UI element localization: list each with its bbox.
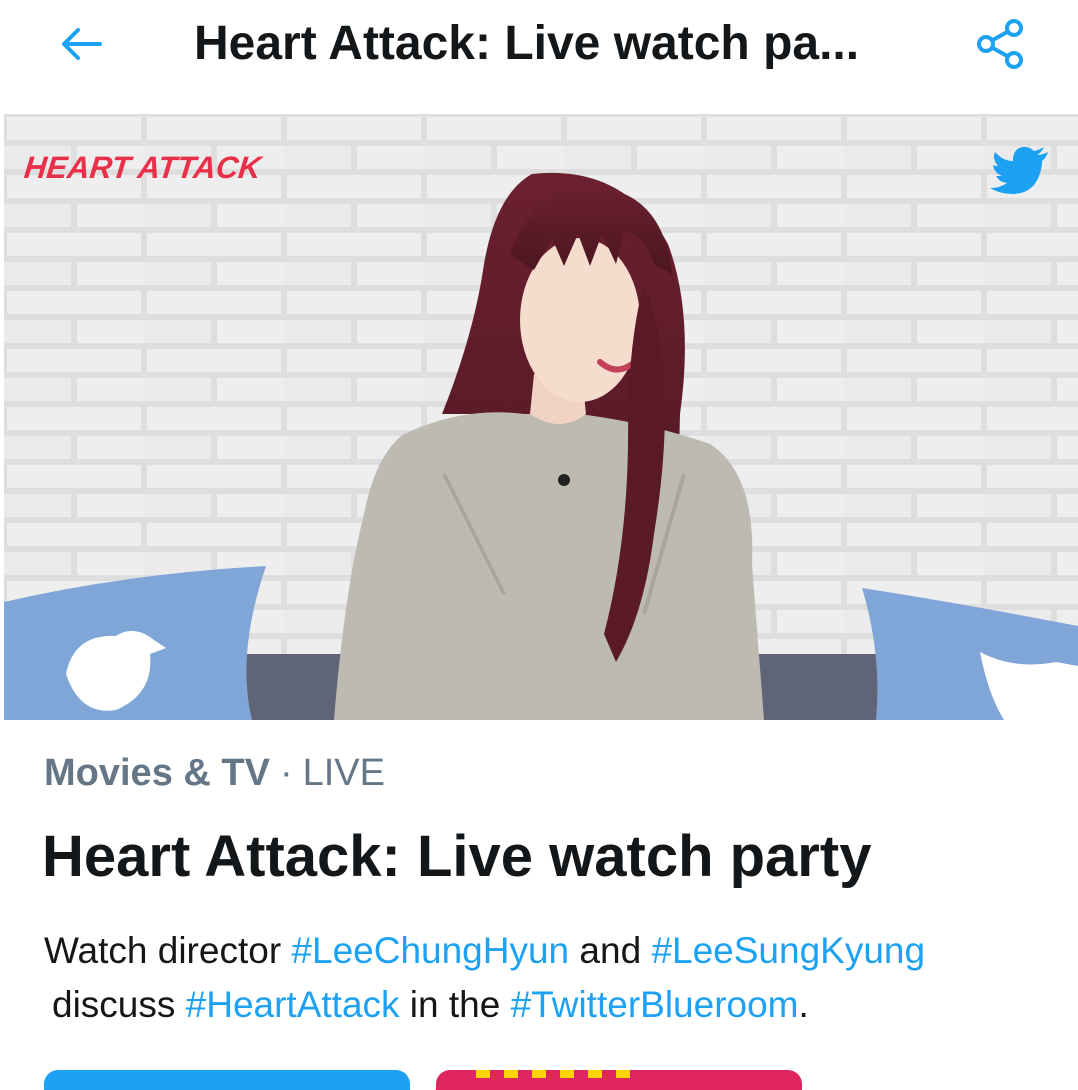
hashtag-link[interactable]: #LeeSungKyung: [651, 930, 925, 971]
description-line-2: discuss #HeartAttack in the #TwitterBlue…: [44, 978, 1044, 1032]
event-meta: Movies & TV · LIVE: [44, 750, 385, 796]
description-line-1: Watch director #LeeChungHyun and #LeeSun…: [44, 924, 1044, 978]
arrow-left-icon: [62, 28, 102, 60]
separator-dot: ·: [279, 752, 293, 794]
event-description: Watch director #LeeChungHyun and #LeeSun…: [44, 924, 1044, 1032]
top-bar: Heart Attack: Live watch pa...: [0, 0, 1078, 112]
back-button[interactable]: [52, 22, 108, 66]
person-jacket: [334, 412, 764, 720]
hashtag-link[interactable]: #LeeChungHyun: [291, 930, 569, 971]
live-video-thumbnail[interactable]: HEART ATTACK: [4, 114, 1078, 720]
hashtag-link[interactable]: #TwitterBlueroom: [511, 984, 799, 1025]
event-title: Heart Attack: Live watch party: [42, 824, 872, 889]
description-text: and: [569, 930, 652, 971]
description-text: Watch director: [44, 930, 292, 971]
hashtag-link[interactable]: #HeartAttack: [186, 984, 400, 1025]
description-text: in the: [399, 984, 511, 1025]
description-text: .: [798, 984, 809, 1025]
secondary-card[interactable]: [436, 1070, 802, 1090]
show-logo: HEART ATTACK: [23, 150, 266, 185]
share-icon: [977, 19, 1023, 69]
live-status: LIVE: [302, 752, 385, 794]
primary-action-button[interactable]: [44, 1070, 410, 1090]
lapel-mic: [558, 474, 570, 486]
share-button[interactable]: [972, 16, 1032, 72]
category-label: Movies & TV: [44, 752, 270, 794]
page-title: Heart Attack: Live watch pa...: [194, 17, 860, 70]
description-text: discuss: [52, 984, 186, 1025]
